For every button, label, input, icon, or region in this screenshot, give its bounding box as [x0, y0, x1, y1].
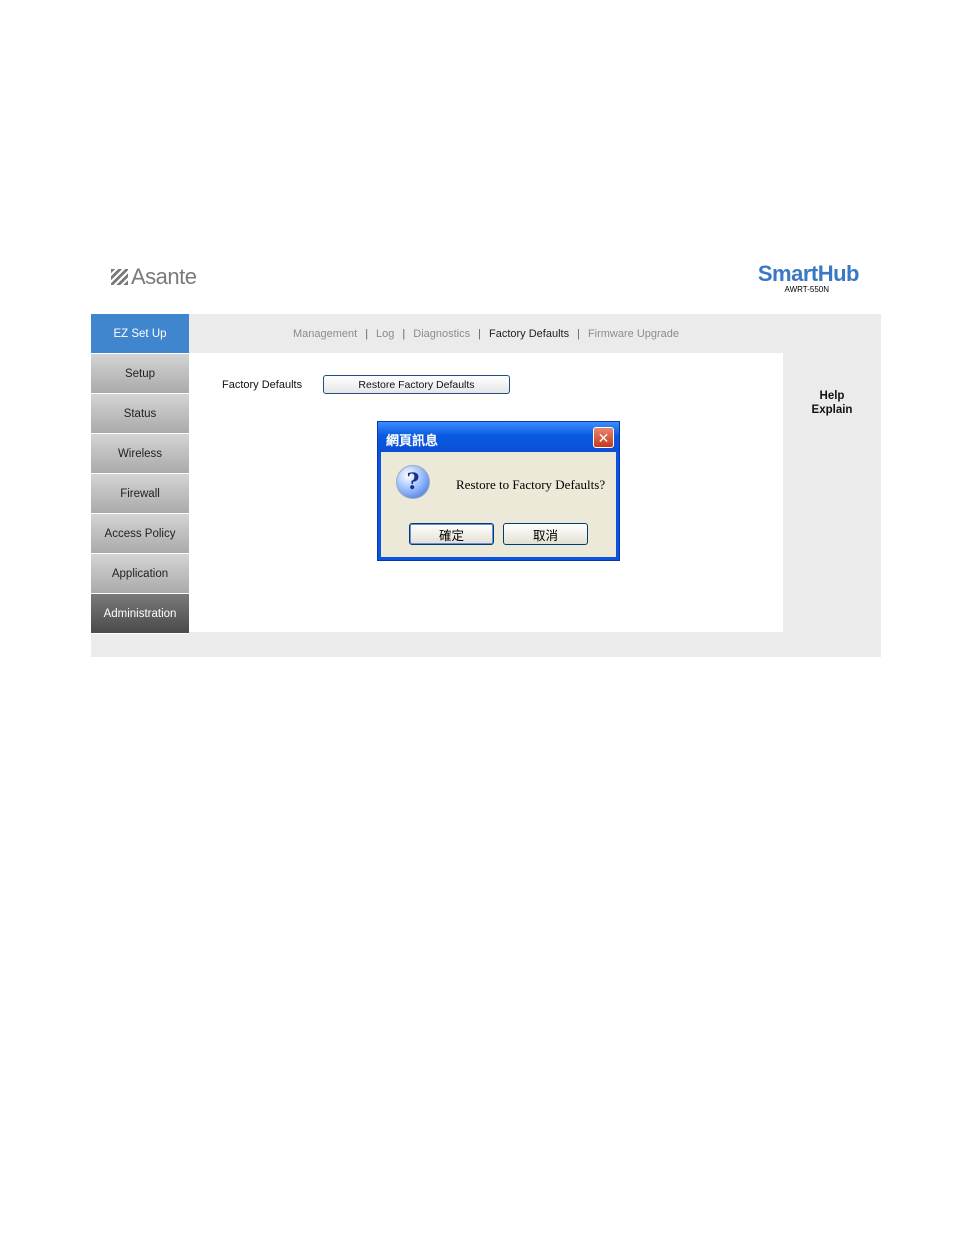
help-link[interactable]: Help	[783, 389, 881, 403]
help-panel: Help Explain	[783, 389, 881, 417]
sidebar: EZ Set Up Setup Status Wireless Firewall…	[91, 314, 189, 634]
sidebar-item-ez-set-up[interactable]: EZ Set Up	[91, 314, 189, 354]
subnav-factory-defaults[interactable]: Factory Defaults	[489, 328, 569, 340]
subnav-separator: |	[577, 327, 580, 340]
dialog-body: ? Restore to Factory Defaults? 確定 取消	[381, 452, 616, 557]
sidebar-item-status[interactable]: Status	[91, 394, 189, 434]
cancel-button[interactable]: 取消	[503, 523, 588, 545]
restore-factory-defaults-button[interactable]: Restore Factory Defaults	[323, 375, 510, 394]
dialog-message: Restore to Factory Defaults?	[456, 477, 606, 492]
asante-logo-icon	[111, 269, 128, 285]
smarthub-logo: SmartHub AWRT-550N	[757, 261, 860, 294]
subnav-firmware-upgrade[interactable]: Firmware Upgrade	[588, 328, 679, 340]
dialog-title: 網頁訊息	[386, 434, 439, 449]
sidebar-item-wireless[interactable]: Wireless	[91, 434, 189, 474]
asante-logo: Asante	[111, 264, 197, 290]
confirm-dialog: 網頁訊息 ✕ ? Restore to Factory Defaults? 確定…	[377, 421, 620, 561]
product-model: AWRT-550N	[784, 285, 829, 294]
brand-name: Asante	[131, 264, 197, 289]
sub-navigation: Management | Log | Diagnostics | Factory…	[189, 314, 783, 353]
sidebar-item-firewall[interactable]: Firewall	[91, 474, 189, 514]
sidebar-item-access-policy[interactable]: Access Policy	[91, 514, 189, 554]
close-icon[interactable]: ✕	[593, 427, 614, 448]
dialog-titlebar[interactable]: 網頁訊息 ✕	[378, 422, 619, 452]
subnav-separator: |	[478, 327, 481, 340]
sidebar-item-setup[interactable]: Setup	[91, 354, 189, 394]
sidebar-item-application[interactable]: Application	[91, 554, 189, 594]
ok-button[interactable]: 確定	[409, 523, 494, 545]
subnav-management[interactable]: Management	[293, 328, 357, 340]
subnav-diagnostics[interactable]: Diagnostics	[413, 328, 470, 340]
question-icon: ?	[396, 465, 430, 499]
product-name: SmartHub	[757, 261, 860, 286]
factory-defaults-label: Factory Defaults	[222, 379, 303, 391]
subnav-separator: |	[365, 327, 369, 340]
sidebar-item-administration[interactable]: Administration	[91, 594, 189, 634]
subnav-separator: |	[402, 327, 406, 340]
subnav-log[interactable]: Log	[376, 328, 394, 340]
explain-link[interactable]: Explain	[783, 403, 881, 417]
